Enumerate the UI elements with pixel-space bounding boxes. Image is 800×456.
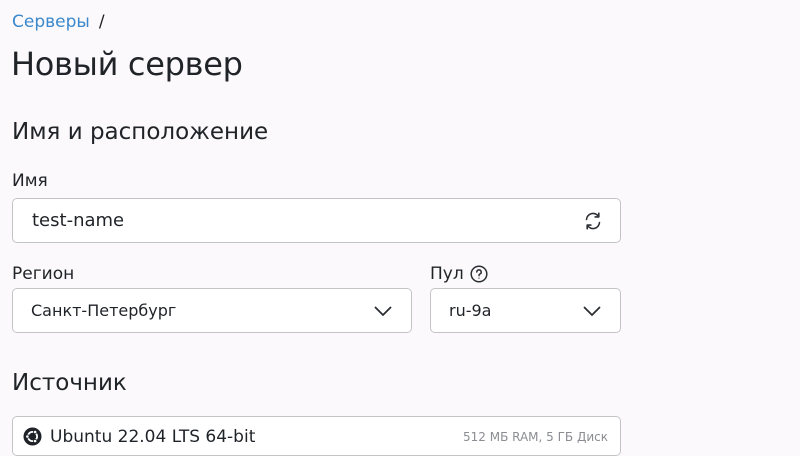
pool-label-text: Пул [430,264,464,284]
region-select-value: Санкт-Петербург [31,301,177,320]
chevron-down-icon [373,302,393,320]
help-circle-icon[interactable] [470,265,488,283]
name-field [12,198,621,243]
name-input[interactable] [32,199,572,242]
region-field-label: Регион [12,264,75,284]
pool-select-value: ru-9a [449,301,492,320]
region-select[interactable]: Санкт-Петербург [12,288,412,333]
source-specs: 512 МБ RAM, 5 ГБ Диск [463,430,608,444]
breadcrumb-separator: / [98,12,105,32]
pool-select[interactable]: ru-9a [430,288,621,333]
breadcrumb: Серверы / [12,11,105,33]
section-title-source: Источник [12,370,127,396]
chevron-down-icon [582,302,602,320]
source-os-name: Ubuntu 22.04 LTS 64-bit [50,427,256,447]
section-title-name-location: Имя и расположение [12,119,269,145]
refresh-icon[interactable] [583,211,603,231]
name-field-label: Имя [12,171,48,191]
breadcrumb-link-servers[interactable]: Серверы [12,12,90,32]
page-title: Новый сервер [11,45,243,83]
ubuntu-icon [23,427,42,446]
pool-field-label: Пул [430,263,488,285]
source-option-card[interactable]: Ubuntu 22.04 LTS 64-bit 512 МБ RAM, 5 ГБ… [12,416,621,456]
